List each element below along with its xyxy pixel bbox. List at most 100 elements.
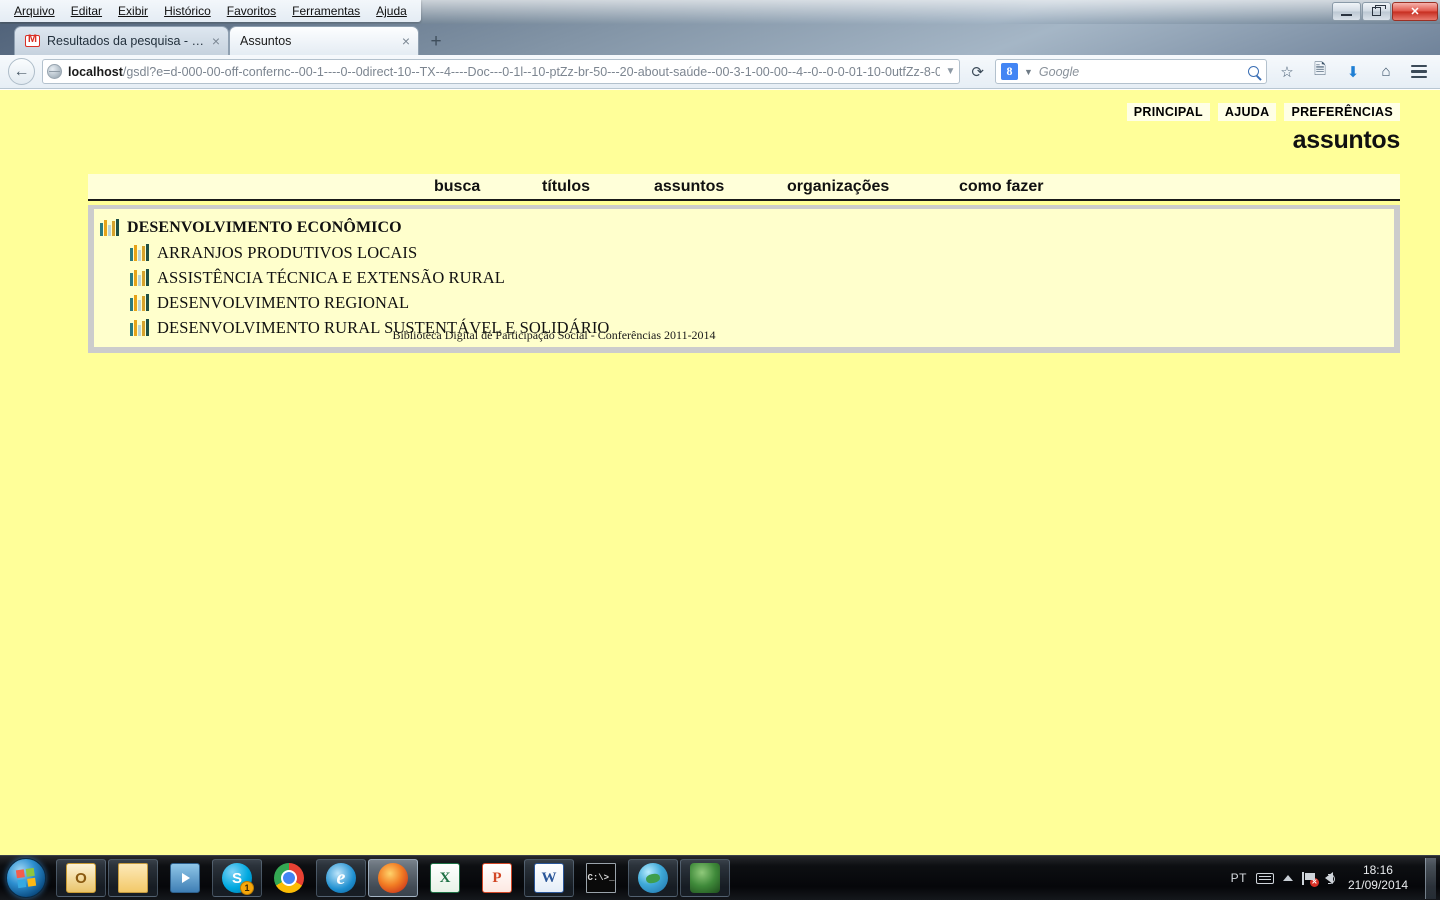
search-input[interactable]: Google <box>1039 65 1242 79</box>
command-prompt-icon: C:\>_ <box>586 863 616 893</box>
restore-button[interactable] <box>1362 2 1391 21</box>
greenstone-icon <box>690 863 720 893</box>
network-icon[interactable]: ✕ <box>1301 871 1319 887</box>
search-bar[interactable]: 8 ▼ Google <box>995 59 1267 84</box>
tab-organizacoes[interactable]: organizações <box>787 178 889 196</box>
tab-close-icon[interactable]: × <box>402 34 410 48</box>
list-item[interactable]: DESENVOLVIMENTO ECONÔMICO <box>94 215 1394 240</box>
list-item[interactable]: ARRANJOS PRODUTIVOS LOCAIS <box>94 240 1394 265</box>
page-content: PRINCIPAL AJUDA PREFERÊNCIAS assuntos bu… <box>0 90 1440 855</box>
excel-icon: X <box>430 863 460 893</box>
taskbar-item-windows-media-player[interactable] <box>160 859 210 897</box>
collection-footer: Biblioteca Digital de Participação Socia… <box>392 328 716 342</box>
tab-title: Assuntos <box>240 34 292 48</box>
menu-exibir-label: Exibir <box>118 4 149 18</box>
browser-window: Arquivo Editar Exibir Histórico Favorito… <box>0 0 1440 855</box>
media-player-icon <box>170 863 200 893</box>
tab-busca[interactable]: busca <box>434 178 480 196</box>
browser-toolbar: ← localhost/gsdl?e=d-000-00-off-confernc… <box>0 55 1440 89</box>
menu-historico[interactable]: Histórico <box>156 2 219 20</box>
window-titlebar: Arquivo Editar Exibir Histórico Favorito… <box>0 0 1440 24</box>
language-indicator[interactable]: PT <box>1231 871 1247 885</box>
taskbar-item-word[interactable]: W <box>524 859 574 897</box>
show-hidden-icons-icon[interactable] <box>1282 875 1293 881</box>
close-window-button[interactable]: ✕ <box>1392 2 1438 21</box>
classification-list: DESENVOLVIMENTO ECONÔMICO ARRANJOS PRODU… <box>88 205 1400 353</box>
tab-assuntos[interactable]: Assuntos × <box>229 26 419 55</box>
taskbar-item-google-chrome[interactable] <box>264 859 314 897</box>
tab-como-fazer[interactable]: como fazer <box>959 178 1043 196</box>
globe-icon <box>638 863 668 893</box>
chevron-down-icon[interactable]: ▼ <box>946 66 956 77</box>
menu-arquivo[interactable]: Arquivo <box>6 2 63 20</box>
google-icon[interactable]: 8 <box>1001 63 1018 80</box>
nav-principal[interactable]: PRINCIPAL <box>1126 103 1210 121</box>
reading-list-icon[interactable]: 🗎 <box>1307 59 1333 85</box>
nav-ajuda[interactable]: AJUDA <box>1217 103 1277 121</box>
downloads-icon[interactable]: ⬇ <box>1340 59 1366 85</box>
taskbar-item-browser-globe[interactable] <box>628 859 678 897</box>
powerpoint-icon: P <box>482 863 512 893</box>
bookshelf-icon <box>130 244 149 261</box>
taskbar-item-powerpoint[interactable]: P <box>472 859 522 897</box>
list-item-label: DESENVOLVIMENTO REGIONAL <box>157 292 410 312</box>
chrome-icon <box>274 863 304 893</box>
taskbar-item-outlook[interactable]: O <box>56 859 106 897</box>
taskbar-item-internet-explorer[interactable]: e <box>316 859 366 897</box>
tab-strip: Resultados da pesquisa - ef... × Assunto… <box>0 24 1440 55</box>
window-controls: ✕ <box>1332 2 1438 21</box>
nav-preferencias[interactable]: PREFERÊNCIAS <box>1284 103 1400 121</box>
new-tab-button[interactable]: + <box>423 29 449 55</box>
show-desktop-button[interactable] <box>1425 857 1436 899</box>
chevron-down-icon[interactable]: ▼ <box>1024 67 1033 77</box>
close-icon: ✕ <box>1410 6 1420 18</box>
address-bar[interactable]: localhost/gsdl?e=d-000-00-off-confernc--… <box>42 59 961 84</box>
search-icon[interactable] <box>1248 66 1259 77</box>
list-item-label: ARRANJOS PRODUTIVOS LOCAIS <box>157 242 418 262</box>
keyboard-icon[interactable] <box>1255 872 1274 884</box>
list-item[interactable]: DESENVOLVIMENTO REGIONAL <box>94 290 1394 315</box>
start-button[interactable] <box>6 858 46 898</box>
menu-favoritos[interactable]: Favoritos <box>219 2 284 20</box>
menu-exibir[interactable]: Exibir <box>110 2 156 20</box>
volume-icon[interactable] <box>1324 872 1335 884</box>
clock[interactable]: 18:16 21/09/2014 <box>1342 863 1414 893</box>
home-icon[interactable]: ⌂ <box>1373 59 1399 85</box>
taskbar-item-excel[interactable]: X <box>420 859 470 897</box>
gmail-icon <box>25 33 40 47</box>
taskbar-item-command-prompt[interactable]: C:\>_ <box>576 859 626 897</box>
menu-editar[interactable]: Editar <box>63 2 110 20</box>
menu-ajuda-label: Ajuda <box>376 4 407 18</box>
taskbar-item-mozilla-firefox[interactable] <box>368 859 418 897</box>
windows-logo-icon <box>15 867 37 889</box>
reload-button[interactable]: ⟳ <box>967 63 988 81</box>
minimize-button[interactable] <box>1332 2 1361 21</box>
tab-titulos[interactable]: títulos <box>542 178 590 196</box>
site-globe-icon <box>47 64 62 79</box>
tab-resultados-da-pesquisa[interactable]: Resultados da pesquisa - ef... × <box>14 26 229 55</box>
taskbar-item-windows-explorer[interactable] <box>108 859 158 897</box>
clock-date: 21/09/2014 <box>1347 878 1408 892</box>
menu-hamburger-icon[interactable] <box>1406 59 1432 85</box>
menu-ferramentas[interactable]: Ferramentas <box>284 2 368 20</box>
word-icon: W <box>534 863 564 893</box>
page-title: assuntos <box>1292 126 1401 154</box>
skype-icon: S1 <box>222 863 254 895</box>
menu-editar-label: Editar <box>70 4 103 18</box>
taskbar-item-greenstone[interactable] <box>680 859 730 897</box>
windows-taskbar: O S1 e X P W C:\>_ PT ✕ 18:16 21/09/2014 <box>0 855 1440 900</box>
taskbar-item-skype[interactable]: S1 <box>212 859 262 897</box>
bookshelf-icon <box>130 294 149 311</box>
url-text: localhost/gsdl?e=d-000-00-off-confernc--… <box>68 65 940 79</box>
taskbar-app-list: O S1 e X P W C:\>_ <box>56 859 730 897</box>
back-button[interactable]: ← <box>8 58 35 85</box>
list-item-label: ASSISTÊNCIA TÉCNICA E EXTENSÃO RURAL <box>157 267 505 287</box>
skype-badge: 1 <box>240 881 254 895</box>
minimize-icon <box>1341 13 1352 16</box>
menu-favoritos-label: Favoritos <box>226 4 277 18</box>
list-item[interactable]: ASSISTÊNCIA TÉCNICA E EXTENSÃO RURAL <box>94 265 1394 290</box>
menu-ajuda[interactable]: Ajuda <box>368 2 415 20</box>
tab-assuntos[interactable]: assuntos <box>654 178 724 196</box>
bookmark-star-icon[interactable]: ☆ <box>1274 59 1300 85</box>
tab-close-icon[interactable]: × <box>212 34 220 48</box>
